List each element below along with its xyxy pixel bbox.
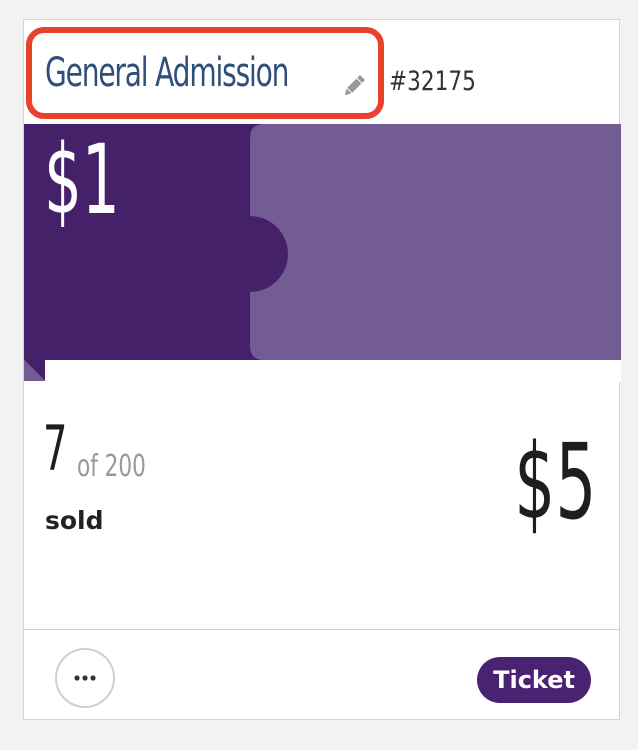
- sold-count: 7: [43, 412, 68, 485]
- ticket-price: $5: [513, 421, 596, 543]
- ticket-type-badge: Ticket: [477, 657, 591, 703]
- ticket-id: #32175: [389, 66, 476, 97]
- ticket-header: General Admission #32175: [24, 20, 619, 124]
- pencil-icon[interactable]: [340, 72, 368, 100]
- sold-total: of 200: [77, 449, 146, 484]
- banner-price: $1: [44, 124, 120, 236]
- ticket-name[interactable]: General Admission: [45, 50, 289, 96]
- more-options-button[interactable]: [55, 648, 115, 708]
- ellipsis-icon: [74, 675, 96, 681]
- card-footer: Ticket: [24, 629, 619, 720]
- ticket-card: General Admission #32175 $1 7 of 200 sol…: [23, 19, 621, 720]
- sold-label: sold: [45, 506, 104, 535]
- ticket-banner: $1: [24, 124, 621, 382]
